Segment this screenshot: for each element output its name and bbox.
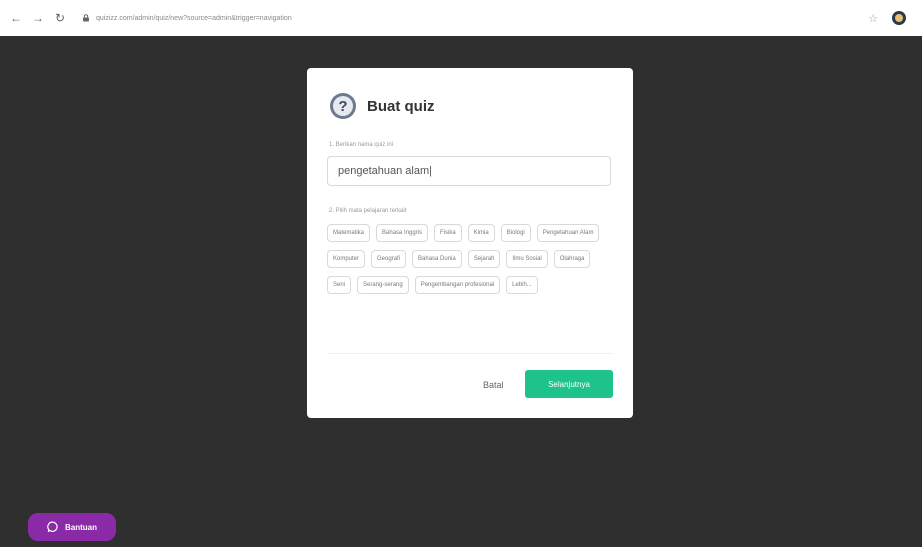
lock-icon: [83, 14, 89, 22]
subject-chip-pengembangan-profesional[interactable]: Pengembangan profesional: [414, 276, 501, 294]
subject-chip-seni[interactable]: Seni: [327, 276, 352, 294]
subject-chip-fisika[interactable]: Fisika: [434, 224, 462, 242]
subject-chip-ilmu-sosial[interactable]: Ilmu Sosial: [506, 250, 548, 268]
quiz-name-input[interactable]: [327, 156, 611, 186]
subject-chip-matematika[interactable]: Matematika: [327, 224, 371, 242]
subject-chip-more[interactable]: Lebih...: [506, 276, 538, 294]
profile-avatar[interactable]: [892, 11, 906, 25]
dialog-header: ? Buat quiz: [329, 90, 613, 122]
chat-bubble-icon: [47, 521, 58, 533]
subject-chip-kimia[interactable]: Kimia: [467, 224, 495, 242]
quiz-logo-icon: ?: [330, 93, 356, 119]
back-icon[interactable]: ←: [8, 10, 24, 26]
subject-chip-serang-serang[interactable]: Serang-serang: [357, 276, 409, 294]
svg-text:?: ?: [338, 98, 347, 115]
dialog-title: Buat quiz: [367, 97, 435, 115]
subject-chip-bahasa-dunia[interactable]: Bahasa Dunia: [412, 250, 462, 268]
subject-chip-biologi[interactable]: Biologi: [500, 224, 531, 242]
address-bar[interactable]: quizizz.com/admin/quiz/new?source=admin&…: [82, 14, 392, 22]
subject-chip-list: Matematika Bahasa Inggris Fisika Kimia B…: [327, 224, 613, 294]
next-button[interactable]: Selanjutnya: [525, 370, 613, 398]
help-button[interactable]: Bantuan: [28, 513, 116, 541]
dialog-divider: [327, 353, 613, 354]
forward-icon[interactable]: →: [30, 10, 46, 26]
subject-chip-olahraga[interactable]: Olahraga: [553, 250, 591, 268]
subject-chip-bahasa-inggris[interactable]: Bahasa Inggris: [376, 224, 429, 242]
subject-chip-sejarah[interactable]: Sejarah: [467, 250, 501, 268]
subject-label: 2. Pilih mata pelajaran terkait: [329, 208, 407, 214]
star-icon[interactable]: ☆: [868, 12, 878, 25]
reload-icon[interactable]: ↻: [52, 10, 68, 26]
quiz-name-label: 1. Berikan nama quiz ini: [329, 142, 394, 148]
create-quiz-dialog: ? Buat quiz 1. Berikan nama quiz ini 2. …: [307, 68, 633, 418]
cancel-button[interactable]: Batal: [483, 380, 504, 390]
url-text: quizizz.com/admin/quiz/new?source=admin&…: [96, 14, 292, 22]
browser-toolbar: ← → ↻ quizizz.com/admin/quiz/new?source=…: [0, 0, 922, 36]
help-button-label: Bantuan: [65, 522, 97, 532]
subject-chip-pengetahuan-alam[interactable]: Pengetahuan Alam: [536, 224, 600, 242]
subject-chip-geografi[interactable]: Geografi: [371, 250, 407, 268]
subject-chip-komputer[interactable]: Komputer: [327, 250, 366, 268]
